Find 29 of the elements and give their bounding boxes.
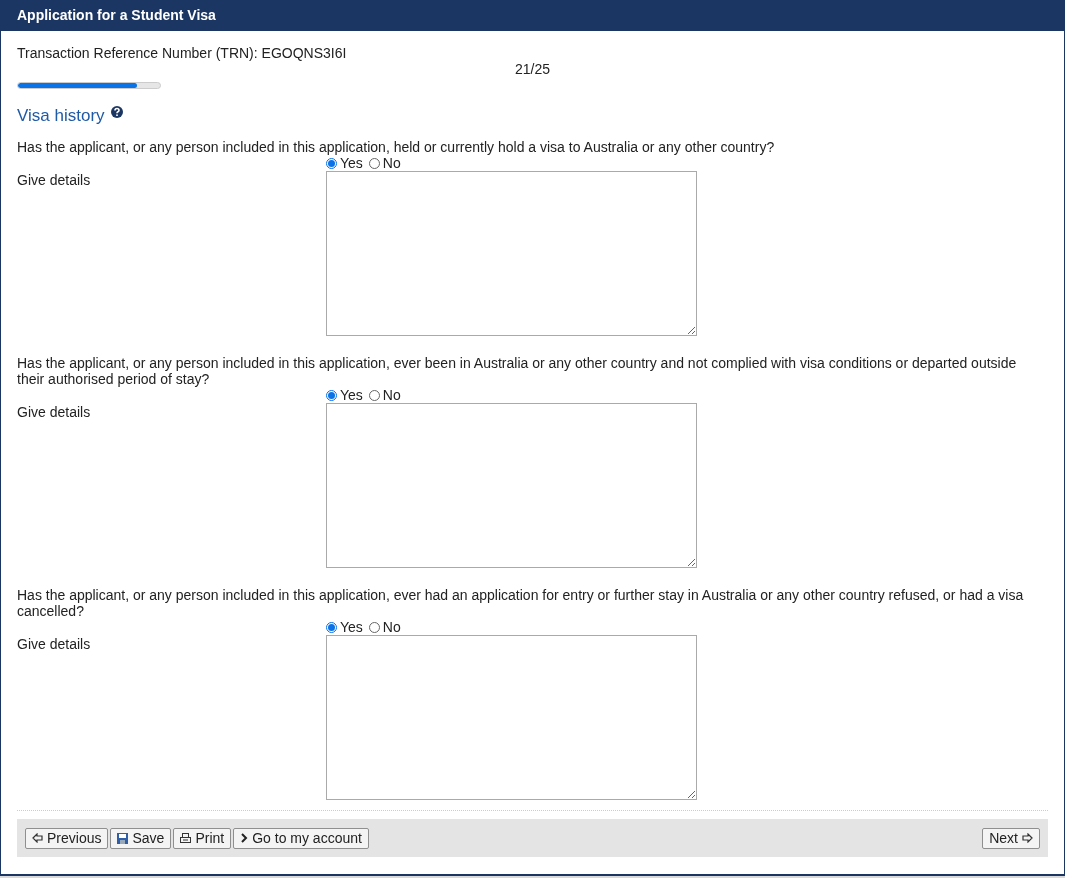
question-text: Has the applicant, or any person included in this application, held or currently hold a visa to Australia or any other country? [17,139,776,155]
print-button[interactable]: Print [173,827,232,849]
chevron-right-icon [240,833,249,843]
radio-button[interactable] [368,157,380,169]
radio-label: No [382,385,401,405]
help-icon[interactable] [110,106,123,118]
right-arrow-icon [1022,833,1033,843]
radio-label: Yes [340,385,363,405]
field-label: Give details [17,172,92,190]
field-label: Give details [17,636,92,654]
radio-label: Yes [340,617,363,637]
radio-label: No [382,617,401,637]
previous-button[interactable]: Previous [25,827,109,849]
left-arrow-icon [32,833,43,843]
progress-counter: 21/25 [514,61,550,77]
question-text: Has the applicant, or any person included in this application, ever been in Australia or any other country and not complied with visa conditions or departed outside their authorised period of stay? [17,355,1018,387]
account-button[interactable]: Go to my account [233,827,369,849]
save-button[interactable]: Save [110,827,172,849]
next-button[interactable]: Next [982,827,1040,849]
printer-icon [180,832,192,844]
window-title: Application for a Student Visa [17,6,216,25]
radio-label: No [382,154,401,173]
radio-button[interactable] [368,389,380,401]
trn-text: Transaction Reference Number (TRN): EGOQNS3I6I [17,45,347,61]
question-text: Has the applicant, or any person included in this application, ever had an application for entry or further stay in Australia or any other country refused, or had a visa cancelled? [17,587,1025,619]
radio-button[interactable] [368,621,380,633]
section-heading: Visa history [17,105,105,127]
field-label: Give details [17,404,92,422]
radio-label: Yes [340,154,363,173]
